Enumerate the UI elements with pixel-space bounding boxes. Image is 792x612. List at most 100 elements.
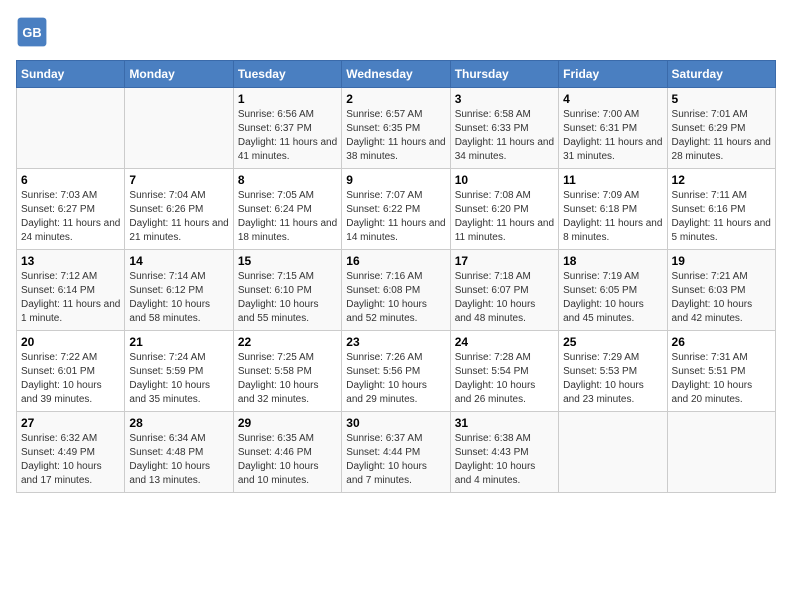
day-of-week-header: Saturday: [667, 61, 775, 88]
day-info: Sunrise: 7:31 AM Sunset: 5:51 PM Dayligh…: [672, 351, 771, 407]
day-number: 1: [238, 92, 337, 106]
day-number: 21: [129, 335, 228, 349]
day-info: Sunrise: 7:18 AM Sunset: 6:07 PM Dayligh…: [455, 270, 554, 326]
day-info: Sunrise: 7:05 AM Sunset: 6:24 PM Dayligh…: [238, 189, 337, 245]
day-number: 28: [129, 416, 228, 430]
day-number: 12: [672, 173, 771, 187]
day-info: Sunrise: 6:35 AM Sunset: 4:46 PM Dayligh…: [238, 432, 337, 488]
calendar-cell: 11 Sunrise: 7:09 AM Sunset: 6:18 PM Dayli…: [559, 169, 667, 250]
calendar-cell: [559, 412, 667, 493]
day-info: Sunrise: 7:19 AM Sunset: 6:05 PM Dayligh…: [563, 270, 662, 326]
day-number: 15: [238, 254, 337, 268]
day-number: 20: [21, 335, 120, 349]
day-number: 29: [238, 416, 337, 430]
day-number: 23: [346, 335, 445, 349]
day-info: Sunrise: 7:28 AM Sunset: 5:54 PM Dayligh…: [455, 351, 554, 407]
day-info: Sunrise: 6:32 AM Sunset: 4:49 PM Dayligh…: [21, 432, 120, 488]
day-of-week-header: Tuesday: [233, 61, 341, 88]
calendar-cell: 31Sunrise: 6:38 AM Sunset: 4:43 PM Dayli…: [450, 412, 558, 493]
day-number: 30: [346, 416, 445, 430]
day-number: 16: [346, 254, 445, 268]
day-number: 13: [21, 254, 120, 268]
calendar-cell: 6 Sunrise: 7:03 AM Sunset: 6:27 PM Daylig…: [17, 169, 125, 250]
day-info: Sunrise: 6:37 AM Sunset: 4:44 PM Dayligh…: [346, 432, 445, 488]
calendar-cell: 30 Sunrise: 6:37 AM Sunset: 4:44 PM Dayli…: [342, 412, 450, 493]
day-info: Sunrise: 7:09 AM Sunset: 6:18 PM Dayligh…: [563, 189, 662, 245]
day-info: Sunrise: 6:58 AM Sunset: 6:33 PM Dayligh…: [455, 108, 554, 164]
calendar-week-row: 20 Sunrise: 7:22 AM Sunset: 6:01 PM Dayli…: [17, 331, 776, 412]
calendar-cell: 9 Sunrise: 7:07 AM Sunset: 6:22 PM Daylig…: [342, 169, 450, 250]
calendar-cell: 19 Sunrise: 7:21 AM Sunset: 6:03 PM Dayli…: [667, 250, 775, 331]
day-number: 2: [346, 92, 445, 106]
calendar-cell: [17, 88, 125, 169]
logo: GB: [16, 16, 52, 48]
svg-text:GB: GB: [22, 25, 41, 40]
day-of-week-header: Wednesday: [342, 61, 450, 88]
day-number: 6: [21, 173, 120, 187]
calendar-cell: 20 Sunrise: 7:22 AM Sunset: 6:01 PM Dayli…: [17, 331, 125, 412]
calendar-cell: 28 Sunrise: 6:34 AM Sunset: 4:48 PM Dayli…: [125, 412, 233, 493]
day-info: Sunrise: 7:22 AM Sunset: 6:01 PM Dayligh…: [21, 351, 120, 407]
calendar-cell: 10 Sunrise: 7:08 AM Sunset: 6:20 PM Dayli…: [450, 169, 558, 250]
day-of-week-header: Friday: [559, 61, 667, 88]
day-number: 18: [563, 254, 662, 268]
calendar-week-row: 27 Sunrise: 6:32 AM Sunset: 4:49 PM Dayli…: [17, 412, 776, 493]
calendar-cell: 4 Sunrise: 7:00 AM Sunset: 6:31 PM Daylig…: [559, 88, 667, 169]
logo-icon: GB: [16, 16, 48, 48]
calendar-cell: 3 Sunrise: 6:58 AM Sunset: 6:33 PM Daylig…: [450, 88, 558, 169]
day-of-week-header: Sunday: [17, 61, 125, 88]
calendar-header-row: SundayMondayTuesdayWednesdayThursdayFrid…: [17, 61, 776, 88]
day-of-week-header: Monday: [125, 61, 233, 88]
day-info: Sunrise: 7:26 AM Sunset: 5:56 PM Dayligh…: [346, 351, 445, 407]
calendar-cell: 29 Sunrise: 6:35 AM Sunset: 4:46 PM Dayli…: [233, 412, 341, 493]
day-info: Sunrise: 7:24 AM Sunset: 5:59 PM Dayligh…: [129, 351, 228, 407]
day-info: Sunrise: 7:14 AM Sunset: 6:12 PM Dayligh…: [129, 270, 228, 326]
day-info: Sunrise: 7:16 AM Sunset: 6:08 PM Dayligh…: [346, 270, 445, 326]
day-number: 9: [346, 173, 445, 187]
calendar-cell: 24 Sunrise: 7:28 AM Sunset: 5:54 PM Dayli…: [450, 331, 558, 412]
calendar-cell: 26 Sunrise: 7:31 AM Sunset: 5:51 PM Dayli…: [667, 331, 775, 412]
day-info: Sunrise: 6:56 AM Sunset: 6:37 PM Dayligh…: [238, 108, 337, 164]
day-number: 4: [563, 92, 662, 106]
day-number: 22: [238, 335, 337, 349]
day-number: 11: [563, 173, 662, 187]
calendar-cell: [125, 88, 233, 169]
day-number: 26: [672, 335, 771, 349]
day-number: 31: [455, 416, 554, 430]
calendar-cell: 23 Sunrise: 7:26 AM Sunset: 5:56 PM Dayli…: [342, 331, 450, 412]
day-info: Sunrise: 7:03 AM Sunset: 6:27 PM Dayligh…: [21, 189, 120, 245]
calendar-cell: [667, 412, 775, 493]
calendar-week-row: 6 Sunrise: 7:03 AM Sunset: 6:27 PM Daylig…: [17, 169, 776, 250]
calendar-cell: 13Sunrise: 7:12 AM Sunset: 6:14 PM Dayli…: [17, 250, 125, 331]
day-info: Sunrise: 7:07 AM Sunset: 6:22 PM Dayligh…: [346, 189, 445, 245]
day-info: Sunrise: 6:34 AM Sunset: 4:48 PM Dayligh…: [129, 432, 228, 488]
day-info: Sunrise: 7:00 AM Sunset: 6:31 PM Dayligh…: [563, 108, 662, 164]
calendar-cell: 8Sunrise: 7:05 AM Sunset: 6:24 PM Daylig…: [233, 169, 341, 250]
calendar-table: SundayMondayTuesdayWednesdayThursdayFrid…: [16, 60, 776, 493]
calendar-cell: 25 Sunrise: 7:29 AM Sunset: 5:53 PM Dayli…: [559, 331, 667, 412]
day-number: 14: [129, 254, 228, 268]
day-number: 5: [672, 92, 771, 106]
day-number: 19: [672, 254, 771, 268]
calendar-cell: 27 Sunrise: 6:32 AM Sunset: 4:49 PM Dayli…: [17, 412, 125, 493]
day-info: Sunrise: 7:29 AM Sunset: 5:53 PM Dayligh…: [563, 351, 662, 407]
calendar-cell: 16 Sunrise: 7:16 AM Sunset: 6:08 PM Dayli…: [342, 250, 450, 331]
calendar-week-row: 13Sunrise: 7:12 AM Sunset: 6:14 PM Dayli…: [17, 250, 776, 331]
day-number: 17: [455, 254, 554, 268]
calendar-cell: 14 Sunrise: 7:14 AM Sunset: 6:12 PM Dayli…: [125, 250, 233, 331]
day-number: 3: [455, 92, 554, 106]
calendar-cell: 7Sunrise: 7:04 AM Sunset: 6:26 PM Daylig…: [125, 169, 233, 250]
calendar-cell: 21 Sunrise: 7:24 AM Sunset: 5:59 PM Dayli…: [125, 331, 233, 412]
calendar-cell: 18 Sunrise: 7:19 AM Sunset: 6:05 PM Dayli…: [559, 250, 667, 331]
calendar-cell: 2Sunrise: 6:57 AM Sunset: 6:35 PM Daylig…: [342, 88, 450, 169]
calendar-week-row: 1 Sunrise: 6:56 AM Sunset: 6:37 PM Daylig…: [17, 88, 776, 169]
day-info: Sunrise: 7:15 AM Sunset: 6:10 PM Dayligh…: [238, 270, 337, 326]
day-number: 27: [21, 416, 120, 430]
calendar-cell: 17 Sunrise: 7:18 AM Sunset: 6:07 PM Dayli…: [450, 250, 558, 331]
day-number: 24: [455, 335, 554, 349]
day-info: Sunrise: 7:21 AM Sunset: 6:03 PM Dayligh…: [672, 270, 771, 326]
day-number: 25: [563, 335, 662, 349]
day-number: 10: [455, 173, 554, 187]
day-info: Sunrise: 7:08 AM Sunset: 6:20 PM Dayligh…: [455, 189, 554, 245]
day-number: 7: [129, 173, 228, 187]
